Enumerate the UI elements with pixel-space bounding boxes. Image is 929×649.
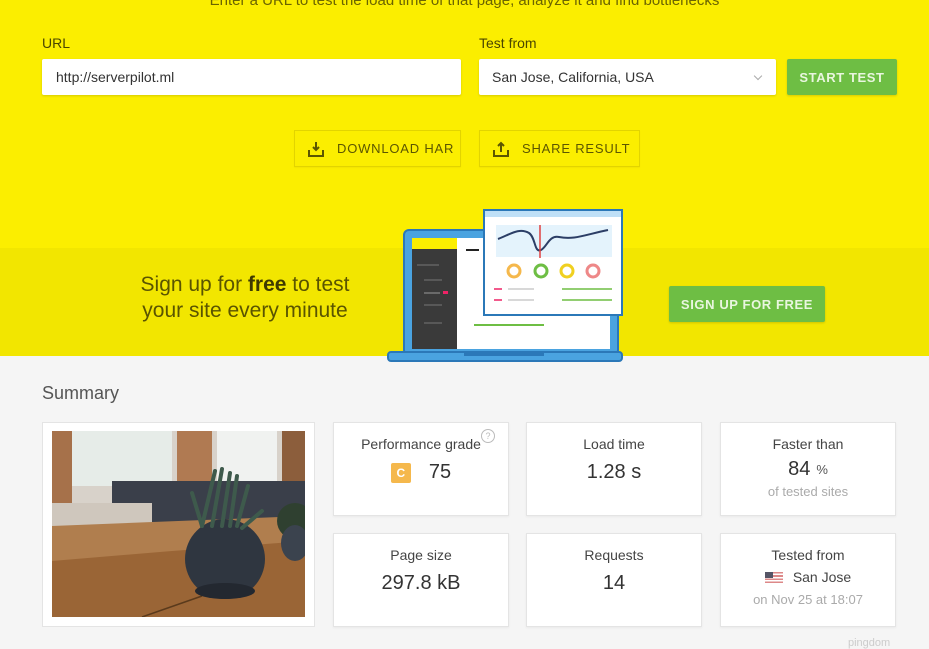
url-input[interactable] [42,59,461,95]
pingdom-watermark: pingdom [848,637,891,649]
page-size-label: Page size [390,547,452,563]
performance-score: 75 [428,461,452,483]
tested-from-location: San Jose [792,569,852,585]
summary-title: Summary [42,383,120,403]
share-result-button[interactable]: SHARE RESULT [479,130,640,167]
faster-than-value: 84 [788,458,811,480]
share-result-label: SHARE RESULT [522,141,631,156]
download-icon [308,141,324,157]
page-size-value: 297.8 kB [381,572,461,594]
page-screenshot-thumbnail [52,431,305,617]
sign-up-free-button[interactable]: SIGN UP FOR FREE [669,286,825,322]
faster-than-card: Faster than 84 % of tested sites [720,422,896,516]
chevron-down-icon [753,71,763,80]
tested-from-label: Tested from [771,547,845,563]
start-test-button[interactable]: START TEST [787,59,897,95]
requests-card: Requests 14 [526,533,702,627]
load-time-value: 1.28 s [586,461,642,483]
help-question-icon[interactable]: ? [481,429,495,443]
upload-share-icon [493,141,509,157]
tested-from-card: Tested from San Jose on Nov 25 at 18:07 [720,533,896,627]
tagline: Enter a URL to test the load time of tha… [209,0,720,9]
page-size-card: Page size 297.8 kB [333,533,509,627]
faster-than-subtext: of tested sites [767,484,849,499]
download-har-button[interactable]: DOWNLOAD HAR [294,130,461,167]
download-har-label: DOWNLOAD HAR [337,141,455,156]
hero-section: Enter a URL to test the load time of tha… [0,0,929,362]
grade-badge: C [390,462,411,483]
plant-photo-image [52,431,305,617]
load-time-card: Load time 1.28 s [526,422,702,516]
performance-grade-card: ? Performance grade C 75 [333,422,509,516]
laptop-dashboard-illustration [387,209,623,362]
page-screenshot-card [42,422,315,627]
test-from-selected: San Jose, California, USA [492,69,654,85]
url-label: URL [42,35,71,51]
us-flag-icon [764,571,783,583]
promo-text-bold: free [247,273,287,296]
test-from-label: Test from [479,35,537,51]
test-from-select[interactable]: San Jose, California, USA [479,59,776,95]
requests-value: 14 [602,572,626,594]
signup-promo-text: Sign up for free to test your site every… [120,272,370,324]
percent-unit: % [816,462,828,477]
faster-than-label: Faster than [772,436,844,452]
load-time-label: Load time [583,436,645,452]
requests-label: Requests [584,547,644,563]
promo-text-pre: Sign up for [140,273,248,296]
tested-date: on Nov 25 at 18:07 [753,592,863,607]
